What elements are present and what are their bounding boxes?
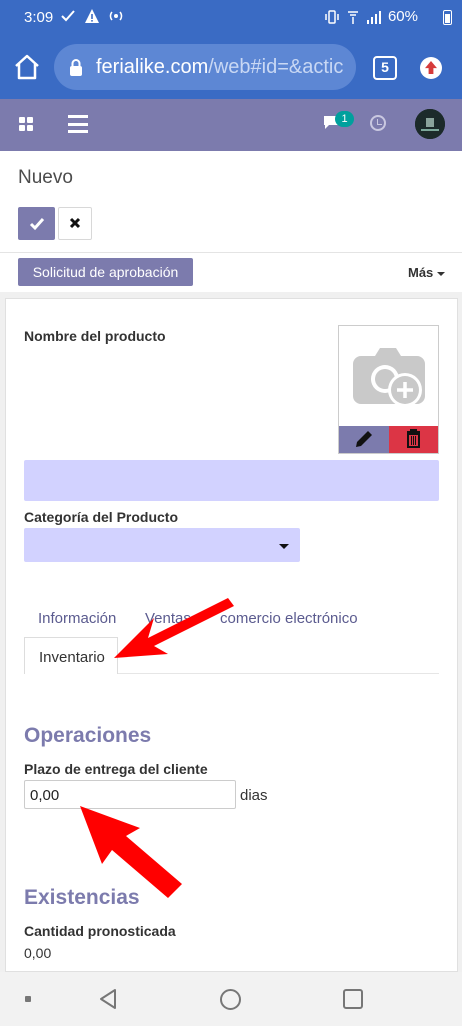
- edit-image-button[interactable]: [339, 426, 389, 453]
- home-circle-icon[interactable]: [220, 989, 241, 1010]
- breadcrumb: Nuevo: [18, 167, 73, 188]
- tab-inventario[interactable]: Inventario: [24, 637, 118, 674]
- more-actions-dropdown[interactable]: Más: [408, 265, 446, 280]
- caret-down-icon: [437, 271, 446, 276]
- product-name-label: Nombre del producto: [24, 328, 166, 344]
- hotspot-icon: [109, 11, 123, 21]
- status-system-icons: 60%: [324, 8, 418, 25]
- discard-button[interactable]: [58, 207, 92, 240]
- category-label: Categoría del Producto: [24, 509, 179, 525]
- home-icon[interactable]: [12, 52, 42, 82]
- browser-toolbar: ferialike.com/web#id=&actic 5: [0, 36, 462, 99]
- operations-section-title: Operaciones: [24, 724, 152, 747]
- product-name-input[interactable]: [24, 460, 439, 501]
- hamburger-menu-icon[interactable]: [68, 115, 88, 133]
- lead-time-unit: dias: [240, 787, 268, 804]
- more-label: Más: [408, 265, 434, 280]
- app-navbar: 1: [0, 99, 462, 151]
- status-bar: 3:09 60%: [0, 0, 462, 36]
- tab-comercio-electronico[interactable]: comercio electrónico: [220, 610, 358, 627]
- apps-menu-icon[interactable]: [19, 117, 33, 131]
- pencil-icon: [356, 431, 372, 447]
- battery-icon: [443, 10, 452, 25]
- delete-image-button[interactable]: [389, 426, 438, 453]
- recent-apps-icon[interactable]: [343, 989, 363, 1009]
- system-nav-bar: [0, 972, 462, 1026]
- lead-time-label: Plazo de entrega del cliente: [24, 761, 208, 777]
- approval-request-button[interactable]: Solicitud de aprobación: [18, 258, 193, 286]
- lock-icon: [70, 59, 82, 76]
- close-icon: [69, 217, 81, 229]
- check-icon: [61, 10, 75, 22]
- back-icon[interactable]: [98, 988, 118, 1010]
- nav-menu-icon[interactable]: [25, 996, 31, 1002]
- url-path: /web#id=&actic: [208, 55, 344, 78]
- control-panel: Nuevo Solicitud de aprobación Más: [0, 151, 462, 292]
- annotation-arrow-tab: [114, 598, 234, 658]
- browser-update-icon[interactable]: [420, 57, 442, 79]
- status-time: 3:09: [24, 9, 54, 26]
- battery-percent: 60%: [387, 8, 418, 25]
- forecast-value: 0,00: [24, 945, 52, 961]
- tabs-divider: [118, 673, 439, 674]
- camera-add-icon: [353, 348, 425, 407]
- tab-informacion[interactable]: Información: [38, 610, 116, 627]
- trash-icon: [407, 429, 420, 448]
- signal-icon: [366, 10, 381, 24]
- divider: [0, 252, 462, 253]
- chat-counter-badge: 1: [335, 111, 354, 127]
- address-bar[interactable]: ferialike.com/web#id=&actic: [54, 44, 356, 90]
- annotation-arrow-input: [80, 806, 182, 898]
- vibrate-icon: [325, 9, 339, 24]
- status-notification-icons: [60, 8, 124, 24]
- check-icon: [29, 218, 45, 231]
- save-button[interactable]: [18, 207, 55, 240]
- activity-clock-icon[interactable]: [370, 115, 386, 131]
- user-avatar[interactable]: [415, 109, 445, 139]
- category-select[interactable]: [24, 528, 300, 562]
- forecast-label: Cantidad pronosticada: [24, 923, 176, 939]
- wifi-call-icon: [347, 10, 358, 24]
- warning-icon: [85, 9, 99, 23]
- url-host: ferialike.com: [96, 55, 209, 78]
- avatar-image: [415, 109, 445, 139]
- caret-down-icon: [279, 544, 289, 549]
- tab-switcher-button[interactable]: 5: [373, 56, 397, 80]
